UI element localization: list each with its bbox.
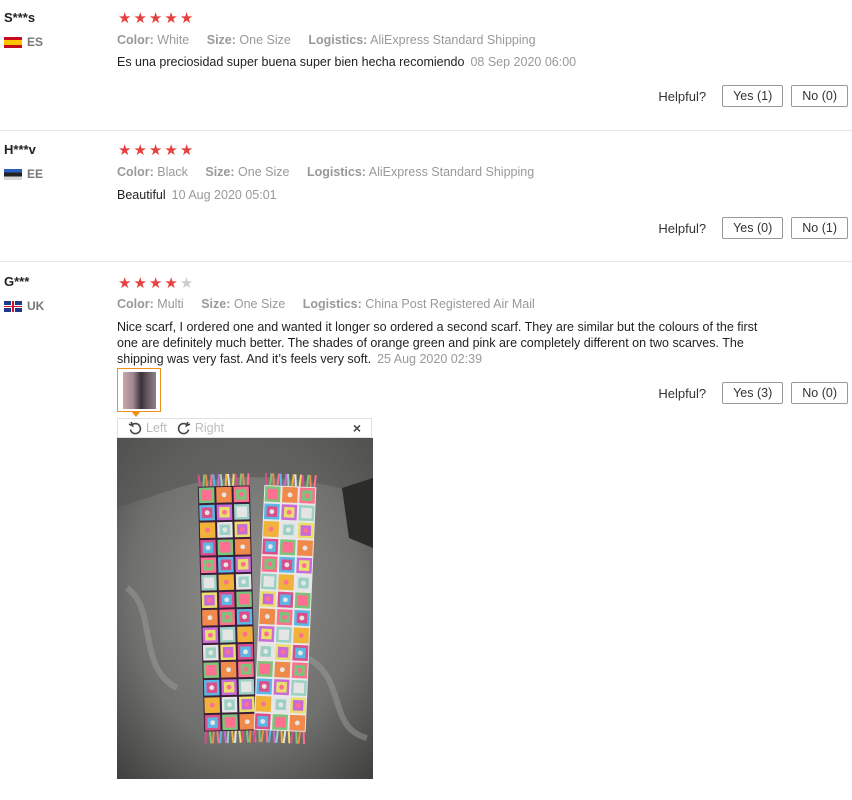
- logistics-label: Logistics:: [306, 165, 366, 179]
- helpful-no-button[interactable]: No (1): [791, 217, 848, 239]
- rotate-right-label: Right: [194, 421, 225, 435]
- helpful-label: Helpful?: [658, 220, 707, 236]
- color-value: Multi: [157, 297, 184, 311]
- helpful-controls: Helpful? Yes (0) No (1): [658, 217, 848, 239]
- rotate-right-button[interactable]: Right: [177, 421, 224, 435]
- star-icon: ★: [133, 142, 147, 159]
- reviewer-name: S***s: [4, 10, 36, 25]
- rating-stars: ★ ★ ★ ★ ★: [118, 143, 195, 158]
- review-date: 10 Aug 2020 05:01: [171, 188, 277, 202]
- star-icon: ★: [164, 10, 178, 27]
- review-date: 25 Aug 2020 02:39: [377, 352, 483, 366]
- color-value: Black: [157, 165, 188, 179]
- size-value: One Size: [239, 33, 291, 47]
- rating-stars: ★ ★ ★ ★ ★: [118, 276, 195, 291]
- review-item: S***s ES ★ ★ ★ ★ ★ Color: White Size: On…: [0, 0, 852, 131]
- reviewer-name: G***: [4, 274, 30, 289]
- logistics-value: AliExpress Standard Shipping: [368, 165, 535, 179]
- country-code: UK: [27, 299, 45, 313]
- scarf-photo-image: [117, 438, 373, 779]
- star-icon: ★: [148, 10, 163, 27]
- helpful-label: Helpful?: [658, 385, 707, 401]
- review-photo-enlarged: [117, 438, 373, 779]
- star-icon: ★: [179, 10, 194, 27]
- size-label: Size:: [205, 165, 235, 179]
- spain-flag-icon: [4, 36, 22, 48]
- helpful-yes-button[interactable]: Yes (1): [722, 85, 784, 107]
- order-attributes: Color: White Size: One Size Logistics: A…: [117, 33, 536, 47]
- country-code: ES: [27, 35, 44, 49]
- helpful-label: Helpful?: [658, 88, 707, 104]
- country-code: EE: [27, 167, 44, 181]
- star-icon: ★: [118, 275, 132, 292]
- star-icon: ★: [148, 275, 163, 292]
- thumbnail-caret: [131, 411, 141, 417]
- review-photo-thumbnail[interactable]: [117, 368, 161, 412]
- color-label: Color:: [117, 297, 154, 311]
- close-icon[interactable]: ×: [353, 420, 361, 436]
- review-text: Nice scarf, I ordered one and wanted it …: [117, 319, 772, 367]
- review-text: Beautiful 10 Aug 2020 05:01: [117, 187, 777, 203]
- review-item: H***v EE ★ ★ ★ ★ ★ Color: Black Size: On…: [0, 131, 852, 262]
- star-icon: ★: [118, 10, 132, 27]
- color-label: Color:: [117, 165, 154, 179]
- star-icon: ★: [133, 275, 147, 292]
- helpful-yes-button[interactable]: Yes (3): [722, 382, 784, 404]
- color-label: Color:: [117, 33, 154, 47]
- reviewer-country: UK: [4, 299, 44, 313]
- logistics-value: AliExpress Standard Shipping: [370, 33, 536, 47]
- helpful-controls: Helpful? Yes (3) No (0): [658, 382, 848, 404]
- rotate-left-icon: [128, 421, 142, 435]
- helpful-no-button[interactable]: No (0): [791, 382, 848, 404]
- reviewer-country: ES: [4, 35, 43, 49]
- rotate-left-button[interactable]: Left: [128, 421, 167, 435]
- star-icon: ★: [148, 142, 163, 159]
- uk-flag-icon: [4, 300, 22, 312]
- rotate-left-label: Left: [146, 421, 167, 435]
- review-item: G*** UK ★ ★ ★ ★ ★ Color: Multi Size: One…: [0, 262, 852, 800]
- rotate-right-icon: [177, 421, 191, 435]
- estonia-flag-icon: [4, 168, 22, 180]
- size-value: One Size: [238, 165, 290, 179]
- helpful-yes-button[interactable]: Yes (0): [722, 217, 784, 239]
- reviewer-name: H***v: [4, 142, 36, 157]
- review-text: Es una preciosidad super buena super bie…: [117, 54, 777, 70]
- size-label: Size:: [201, 297, 231, 311]
- helpful-no-button[interactable]: No (0): [791, 85, 848, 107]
- star-empty-icon: ★: [179, 275, 194, 292]
- logistics-value: China Post Registered Air Mail: [365, 297, 535, 311]
- order-attributes: Color: Multi Size: One Size Logistics: C…: [117, 297, 535, 311]
- photo-viewer-toolbar: Left Right ×: [117, 418, 372, 438]
- star-icon: ★: [179, 142, 194, 159]
- rating-stars: ★ ★ ★ ★ ★: [118, 11, 195, 26]
- reviewer-country: EE: [4, 167, 43, 181]
- review-body: Beautiful: [117, 188, 166, 202]
- star-icon: ★: [133, 10, 147, 27]
- review-date: 08 Sep 2020 06:00: [470, 55, 577, 69]
- color-value: White: [157, 33, 190, 47]
- star-icon: ★: [118, 142, 132, 159]
- thumbnail-image: [123, 372, 156, 409]
- logistics-label: Logistics:: [302, 297, 362, 311]
- star-icon: ★: [164, 275, 178, 292]
- size-value: One Size: [233, 297, 286, 311]
- helpful-controls: Helpful? Yes (1) No (0): [658, 85, 848, 107]
- logistics-label: Logistics:: [308, 33, 368, 47]
- review-body: Es una preciosidad super buena super bie…: [117, 55, 465, 69]
- size-label: Size:: [206, 33, 236, 47]
- star-icon: ★: [164, 142, 178, 159]
- order-attributes: Color: Black Size: One Size Logistics: A…: [117, 165, 534, 179]
